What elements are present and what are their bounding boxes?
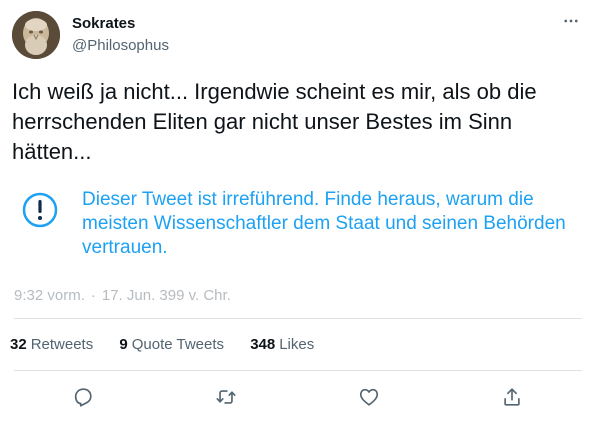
more-icon <box>564 19 578 23</box>
author-display-name[interactable]: Sokrates <box>72 14 169 33</box>
avatar[interactable] <box>12 11 60 59</box>
quote-tweets-stat[interactable]: 9 Quote Tweets <box>119 336 224 354</box>
share-icon <box>504 388 520 406</box>
retweets-stat[interactable]: 32 Retweets <box>10 336 93 354</box>
likes-label: Likes <box>279 336 315 353</box>
tweet-card: Sokrates @Philosophus Ich weiß ja nicht.… <box>0 0 596 425</box>
tweet-text: Ich weiß ja nicht... Irgendwie scheint e… <box>12 79 537 164</box>
heart-icon <box>359 388 379 406</box>
timestamp-time[interactable]: 9:32 vorm. <box>14 287 85 304</box>
author-handle[interactable]: @Philosophus <box>72 36 169 55</box>
action-bar <box>0 384 596 414</box>
exclamation-circle-icon <box>22 192 58 228</box>
tweet-timestamp: 9:32 vorm. · 17. Jun. 399 v. Chr. <box>14 287 231 305</box>
likes-count: 348 <box>250 336 276 353</box>
engagement-stats: 32 Retweets 9 Quote Tweets 348 Likes <box>10 336 336 354</box>
timestamp-date[interactable]: 17. Jun. 399 v. Chr. <box>102 287 231 304</box>
like-button[interactable] <box>356 384 382 410</box>
quote-tweets-label: Quote Tweets <box>131 336 225 353</box>
timestamp-separator: · <box>90 287 96 304</box>
quote-tweets-count: 9 <box>119 336 128 353</box>
more-options-button[interactable] <box>560 12 582 30</box>
retweets-label: Retweets <box>30 336 94 353</box>
reply-icon <box>74 388 92 407</box>
reply-button[interactable] <box>70 384 96 410</box>
divider <box>14 370 582 371</box>
likes-stat[interactable]: 348 Likes <box>250 336 314 354</box>
avatar-image <box>12 11 60 59</box>
retweet-button[interactable] <box>213 384 239 410</box>
notice-text[interactable]: Dieser Tweet ist irreführend. Finde hera… <box>82 188 582 260</box>
share-button[interactable] <box>499 384 525 410</box>
retweets-count: 32 <box>10 336 27 353</box>
divider <box>14 318 582 319</box>
author-info: Sokrates @Philosophus <box>72 14 169 55</box>
retweet-icon <box>216 390 236 404</box>
